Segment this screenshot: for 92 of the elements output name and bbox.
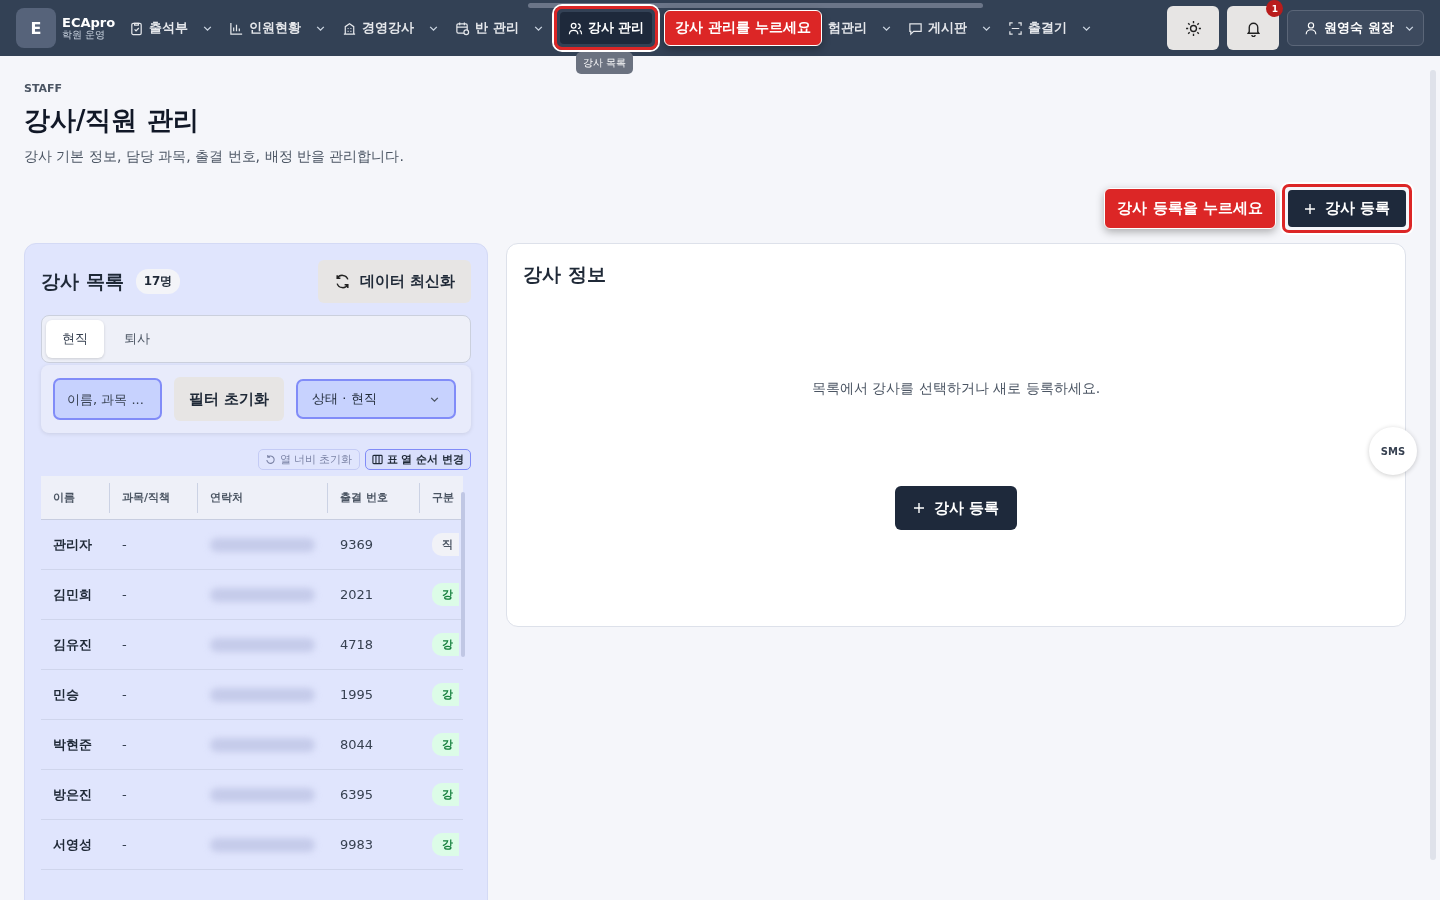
status-dropdown[interactable]: 상태 · 현직 [296,379,457,419]
table-row[interactable]: 서영성 - 9983 강 [41,820,463,870]
clipboard-icon [129,20,145,36]
role-tag: 강 [432,633,459,656]
reset-filter-button[interactable]: 필터 초기화 [174,377,285,421]
role-tag: 강 [432,583,459,606]
table-cell-text: - [121,736,128,754]
scrollbar[interactable] [528,3,983,8]
column-header[interactable]: 연락처 [198,482,328,513]
notification-count: 1 [1266,0,1284,17]
card-title: 강사 정보 [523,262,606,287]
scrollbar[interactable] [461,492,465,657]
table-cell-text: - [121,536,128,554]
person-icon [1304,21,1319,35]
bar-chart-icon [229,20,245,36]
table-cell-text: 9983 [339,836,375,854]
page-subtitle: 강사 기본 정보, 담당 과목, 출결 번호, 배정 반을 관리합니다. [24,148,405,166]
nav-tab[interactable]: 출석부 [123,13,195,43]
table-row[interactable]: 박현준 - 8044 강 [41,720,463,770]
chat-icon [907,20,923,36]
table-cell-text: - [121,786,128,804]
nav-tab[interactable]: 강사 관리 [559,12,653,44]
hint-callout: 강사 등록을 누르세요 [1104,188,1276,229]
search-field[interactable]: 이름, 과목 ... [53,378,162,420]
table-cell-text: 4718 [339,636,375,654]
tab[interactable]: 퇴사 [108,320,166,358]
refresh-button[interactable]: 데이터 최신화 [317,260,471,303]
page-title: 강사/직원 관리 [24,104,200,137]
table-cell-text: 방은진 [52,785,93,804]
section-label: STAFF [24,82,64,95]
sun-icon [1184,19,1202,37]
undo-icon [264,454,276,465]
users-icon [567,20,583,36]
table-cell-text: 8044 [339,736,375,754]
user-menu[interactable]: 원영숙 원장 [1287,10,1424,46]
nav-tab[interactable]: 경영강사 [336,13,421,43]
column-header[interactable]: 과목/직책 [110,482,198,513]
role-tag: 강 [432,833,459,856]
columns-icon [371,454,383,465]
add-teacher-button[interactable]: 강사 등록 [894,486,1018,530]
calendar-icon [455,20,471,36]
brand-subtitle: 학원 운영 [62,29,106,41]
table-cell-text: 민승 [52,685,80,704]
bell-icon [1244,19,1262,37]
table-row[interactable]: 민승 - 1995 강 [41,670,463,720]
plus-icon [1303,202,1316,215]
column-header[interactable]: 출결 번호 [328,482,420,513]
table-cell-text: - [121,686,128,704]
table-cell-text: 김유진 [52,635,93,654]
nav-tab[interactable]: 게시판 [901,13,973,43]
table-cell-text: 서영성 [52,835,93,854]
table-cell-text: 9369 [339,536,375,554]
table-row[interactable]: 관리자 - 9369 직 [41,520,463,570]
role-tag: 강 [432,683,459,706]
table-cell-text: - [121,586,128,604]
role-tag: 직 [432,533,459,556]
theme-button[interactable] [1167,6,1220,50]
table-cell-text: 박현준 [52,735,93,754]
tab[interactable]: 현직 [46,320,104,358]
tooltip: 강사 목록 [575,52,633,74]
role-tag: 강 [432,733,459,756]
add-teacher-button[interactable]: 강사 등록 [1287,190,1406,227]
sms-button[interactable]: SMS [1369,427,1417,475]
table-cell-text: 6395 [339,786,375,804]
logo[interactable]: E [16,8,56,48]
panel-title: 강사 목록 [41,268,124,294]
table-cell-text: - [121,836,128,854]
brand-name: ECApro [62,15,116,30]
empty-message: 목록에서 강사를 선택하거나 새로 등록하세요. [811,380,1101,398]
column-header[interactable]: 이름 [41,482,110,513]
hint-callout: 강사 관리를 누르세요 [664,10,822,46]
table-cell-text: 김민희 [52,585,93,604]
table-row[interactable]: 김유진 - 4718 강 [41,620,463,670]
nav-tab[interactable]: 출결기 [1001,13,1073,43]
table-cell-text: 2021 [339,586,375,604]
table-cell-text: - [121,636,128,654]
nav-tab[interactable]: 험관리 [821,13,873,43]
building-icon [342,20,358,36]
nav-tab[interactable]: 반 관리 [449,13,525,43]
table-cell-text: 관리자 [52,535,93,554]
scan-icon [1007,20,1023,36]
table-row[interactable]: 김민희 - 2021 강 [41,570,463,620]
nav-tab[interactable]: 인원현황 [223,13,308,43]
plus-icon [912,502,925,514]
count-badge: 17명 [135,269,181,294]
column-order-button[interactable]: 표 열 순서 변경 [364,449,471,470]
refresh-icon [333,273,351,290]
notification-button[interactable] [1227,6,1280,50]
table-row[interactable]: 방은진 - 6395 강 [41,770,463,820]
table-cell-text: 1995 [339,686,375,704]
column-header[interactable]: 구분 [420,482,463,513]
role-tag: 강 [432,783,459,806]
